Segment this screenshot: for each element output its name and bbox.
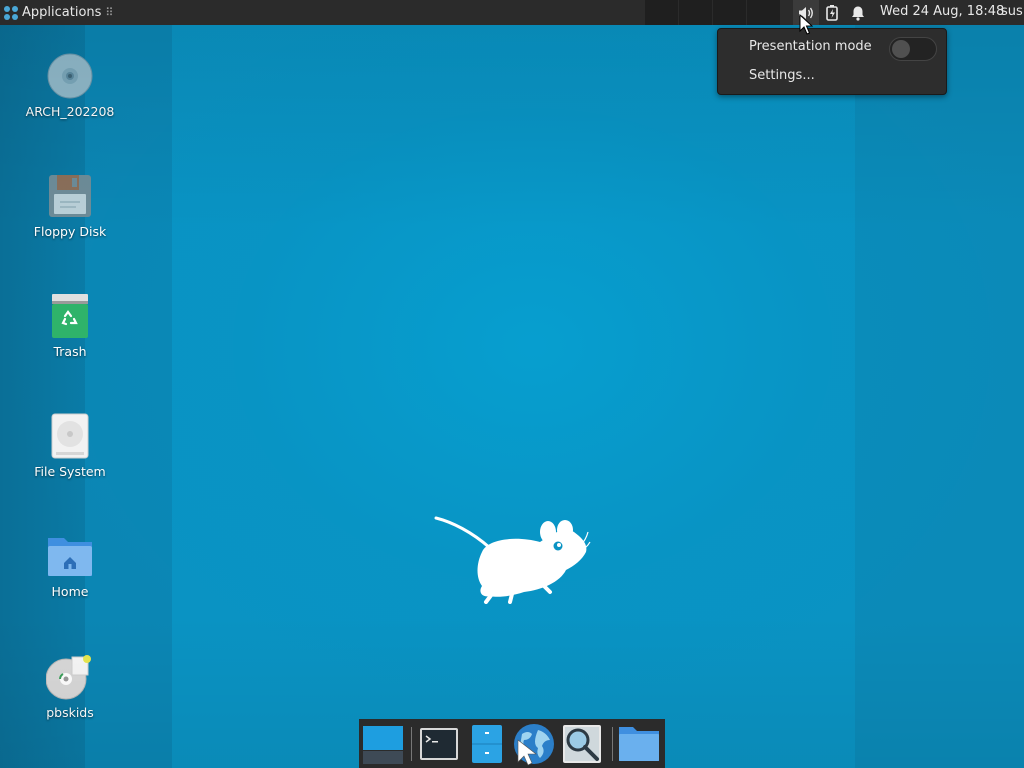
dock-terminal[interactable] [417, 722, 461, 766]
workspace-1-button[interactable] [645, 0, 679, 25]
workspace-2-button[interactable] [679, 0, 713, 25]
power-tray-button[interactable] [819, 0, 845, 25]
battery-charging-icon [826, 4, 838, 21]
desktop-icon-file-system[interactable]: File System [10, 412, 130, 479]
dock-web-browser[interactable] [512, 722, 556, 766]
magnifier-icon [563, 725, 601, 763]
settings-label: Settings... [749, 68, 815, 83]
bottom-dock [359, 719, 665, 768]
dock-file-manager[interactable] [465, 722, 509, 766]
dock-separator [612, 727, 613, 761]
folder-icon [619, 727, 659, 761]
dock-app-finder[interactable] [560, 722, 604, 766]
applications-label: Applications [22, 5, 102, 20]
desktop-icon-trash[interactable]: Trash [10, 292, 130, 359]
disc-file-icon [45, 653, 94, 701]
clock[interactable]: Wed 24 Aug, 18:48 [880, 0, 1004, 25]
desktop-icon-label: File System [34, 464, 106, 479]
dock-separator [411, 727, 412, 761]
web-browser-icon [514, 724, 554, 766]
window-buttons [645, 0, 781, 25]
notifications-popup-menu: Presentation mode Settings... [717, 28, 947, 95]
user-menu[interactable]: sus [1001, 0, 1024, 25]
applications-menu-button[interactable]: Applications ⠿ [0, 0, 113, 25]
optical-disc-icon [46, 52, 94, 100]
desktop-icon-label: pbskids [46, 705, 94, 720]
top-panel: Applications ⠿ Wed 24 Aug, 18:48 sus [0, 0, 1024, 25]
dock-home-folder[interactable] [617, 722, 661, 766]
presentation-mode-toggle[interactable] [889, 37, 937, 61]
desktop-icon-label: Trash [53, 344, 87, 359]
workspace-4-button[interactable] [747, 0, 781, 25]
workspace-3-button[interactable] [713, 0, 747, 25]
show-desktop-icon [363, 726, 403, 764]
hard-drive-icon [46, 412, 94, 460]
file-manager-icon [472, 725, 502, 763]
settings-item[interactable]: Settings... [718, 63, 946, 89]
desktop-icon-pbskids[interactable]: pbskids [10, 653, 130, 720]
desktop-icon-floppy-disk[interactable]: Floppy Disk [10, 172, 130, 239]
desktop-icon-label: Home [51, 584, 89, 599]
notifications-tray-button[interactable] [845, 0, 871, 25]
floppy-disk-icon [46, 172, 94, 220]
desktop-icon-label: Floppy Disk [33, 224, 107, 239]
mouse-cursor-icon [799, 14, 813, 35]
bell-icon [852, 6, 864, 21]
desktop-background[interactable]: Applications ⠿ Wed 24 Aug, 18:48 sus Pre… [0, 0, 1024, 768]
dock-show-desktop[interactable] [361, 722, 405, 766]
presentation-mode-label: Presentation mode [749, 39, 872, 54]
desktop-icon-home[interactable]: Home [10, 532, 130, 599]
toggle-knob [892, 40, 910, 58]
xfce-logo-icon [4, 5, 18, 20]
applications-handle-icon: ⠿ [105, 6, 114, 19]
home-folder-icon [46, 532, 94, 580]
desktop-icon-label: ARCH_202208 [25, 104, 115, 119]
trash-icon [46, 292, 94, 340]
xfce-mouse-mascot-icon [434, 516, 591, 604]
desktop-icon-arch-disc[interactable]: ARCH_202208 [10, 52, 130, 119]
terminal-icon [420, 728, 458, 760]
